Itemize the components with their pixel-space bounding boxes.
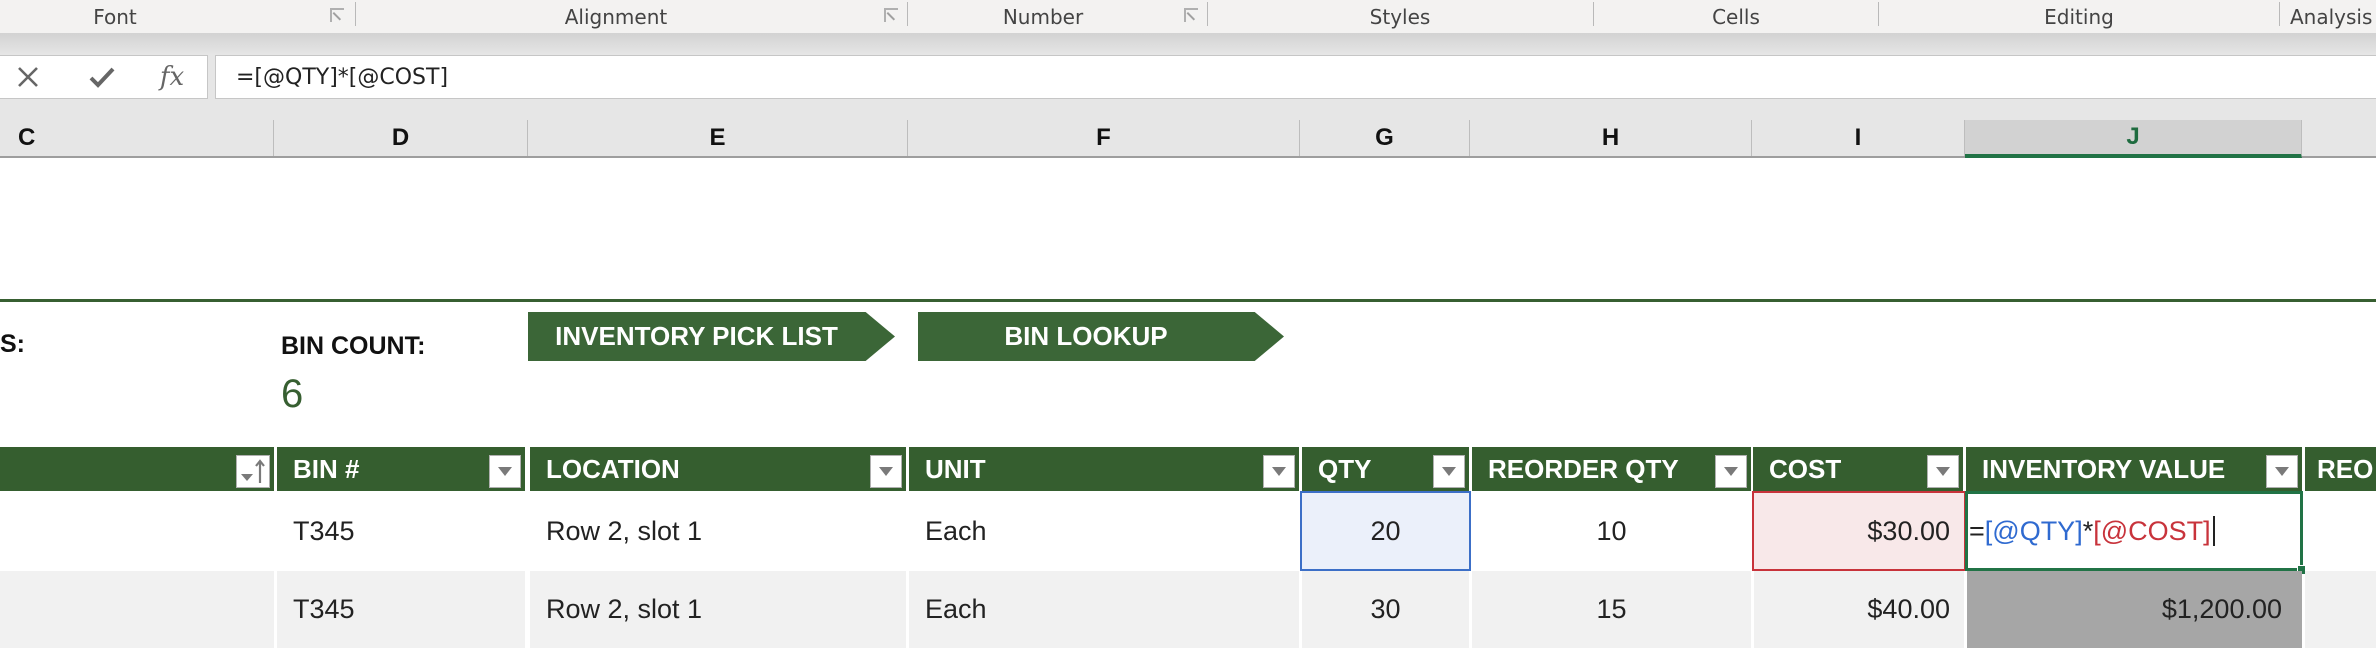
ribbon-group-styles: Styles	[1369, 4, 1431, 29]
cell-unit[interactable]: Each	[909, 571, 1299, 648]
column-header-c[interactable]: C	[0, 120, 274, 156]
cell-inventory-value[interactable]: $1,200.00	[1967, 571, 2302, 648]
table-header-reorder-qty: REORDER QTY	[1472, 447, 1751, 491]
column-header-i[interactable]: I	[1752, 120, 1965, 156]
header-label: BIN #	[293, 453, 360, 484]
section-divider	[0, 299, 2376, 302]
fx-icon[interactable]: fx	[150, 56, 194, 98]
filter-dropdown-button[interactable]	[489, 455, 521, 488]
ribbon-group-number: Number	[1002, 4, 1084, 29]
header-label: REORDER QTY	[1488, 453, 1679, 484]
cell-c[interactable]	[0, 491, 274, 571]
number-dialog-launcher-icon[interactable]	[1184, 8, 1198, 22]
column-header-f[interactable]: F	[908, 120, 1300, 156]
cell-location[interactable]: Row 2, slot 1	[530, 491, 906, 571]
formula-ref-qty: [@QTY]	[1984, 515, 2083, 546]
cell-bin[interactable]: T345	[277, 491, 525, 571]
formula-bar: fx =[@QTY]*[@COST]	[0, 55, 2376, 120]
ribbon-group-font: Font	[93, 4, 137, 29]
formula-ref-cost: [@COST]	[2093, 515, 2211, 546]
checkmark-icon[interactable]	[80, 56, 124, 98]
ribbon-group-analysis: Analysis	[2290, 4, 2373, 29]
chevron-down-icon	[498, 467, 512, 476]
cell-reorder[interactable]	[2305, 491, 2376, 571]
table-header-cost: COST	[1753, 447, 1963, 491]
bin-lookup-label: BIN LOOKUP	[1004, 321, 1168, 351]
bin-count-label: BIN COUNT:	[281, 332, 426, 360]
sort-ascending-icon	[241, 458, 265, 485]
ribbon-group-labels: Font Alignment Number Styles Cells Editi…	[0, 0, 2376, 33]
header-label: LOCATION	[546, 453, 680, 484]
filter-dropdown-button[interactable]	[1433, 455, 1465, 488]
column-header-e[interactable]: E	[528, 120, 908, 156]
ribbon-shadow	[0, 33, 2376, 55]
chevron-down-icon	[1442, 467, 1456, 476]
font-dialog-launcher-icon[interactable]	[330, 8, 344, 22]
column-header-j[interactable]: J	[1965, 120, 2302, 158]
chevron-down-icon	[2275, 467, 2289, 476]
cell-cost-referenced[interactable]: $30.00	[1752, 491, 1966, 571]
filter-dropdown-button[interactable]	[1927, 455, 1959, 488]
cell-reorder[interactable]	[2305, 571, 2376, 648]
chevron-down-icon	[1272, 467, 1286, 476]
alignment-dialog-launcher-icon[interactable]	[884, 8, 898, 22]
cell-bin[interactable]: T345	[277, 571, 525, 648]
formula-input[interactable]: =[@QTY]*[@COST]	[215, 55, 2376, 99]
inventory-pick-list-label: INVENTORY PICK LIST	[555, 321, 838, 351]
cell-cost[interactable]: $40.00	[1754, 571, 1964, 648]
ribbon-group-alignment: Alignment	[564, 4, 668, 29]
cell-qty-referenced[interactable]: 20	[1300, 491, 1471, 571]
ribbon-group-cells: Cells	[1712, 4, 1760, 29]
column-header-h[interactable]: H	[1470, 120, 1752, 156]
header-label: INVENTORY VALUE	[1982, 453, 2226, 484]
column-headers: C D E F G H I J	[0, 120, 2376, 158]
cell-reorder-qty[interactable]: 15	[1472, 571, 1751, 648]
chevron-down-icon	[879, 467, 893, 476]
table-header-reorder-partial: REO	[2305, 447, 2376, 491]
bin-count-value: 6	[281, 372, 304, 416]
sort-filter-button[interactable]	[236, 455, 270, 488]
formula-bar-buttons: fx	[0, 55, 208, 99]
cell-inventory-value-editing[interactable]: = [@QTY] * [@COST]	[1965, 491, 2303, 571]
table-header-location: LOCATION	[530, 447, 906, 491]
text-cursor	[2212, 516, 2215, 546]
cell-unit[interactable]: Each	[909, 491, 1299, 571]
cell-reorder-qty[interactable]: 10	[1472, 491, 1751, 571]
table-header-qty: QTY	[1302, 447, 1469, 491]
column-header-g[interactable]: G	[1300, 120, 1470, 156]
cell-location[interactable]: Row 2, slot 1	[530, 571, 906, 648]
inventory-pick-list-button[interactable]: INVENTORY PICK LIST	[528, 312, 895, 361]
x-icon[interactable]	[8, 56, 48, 98]
header-label: REO	[2317, 453, 2374, 484]
formula-equals: =	[1969, 515, 1985, 546]
summary-label-partial: S:	[0, 330, 25, 358]
ribbon-divider	[2279, 2, 2280, 26]
bin-lookup-button[interactable]: BIN LOOKUP	[918, 312, 1284, 361]
filter-dropdown-button[interactable]	[1715, 455, 1747, 488]
filter-dropdown-button[interactable]	[870, 455, 902, 488]
chevron-down-icon	[1724, 467, 1738, 476]
header-label: COST	[1769, 453, 1842, 484]
table-header-unit: UNIT	[909, 447, 1299, 491]
ribbon-group-editing: Editing	[2044, 4, 2114, 29]
cell-c[interactable]	[0, 571, 274, 648]
table-header-inventory-value: INVENTORY VALUE	[1966, 447, 2302, 491]
column-header-d[interactable]: D	[274, 120, 528, 156]
filter-dropdown-button[interactable]	[2266, 455, 2298, 488]
filter-dropdown-button[interactable]	[1263, 455, 1295, 488]
table-header-bin: BIN #	[277, 447, 525, 491]
header-label: UNIT	[925, 453, 986, 484]
formula-operator: *	[2082, 515, 2094, 546]
header-label: QTY	[1318, 453, 1372, 484]
table-header-c	[0, 447, 274, 491]
chevron-down-icon	[1936, 467, 1950, 476]
cell-qty[interactable]: 30	[1302, 571, 1469, 648]
